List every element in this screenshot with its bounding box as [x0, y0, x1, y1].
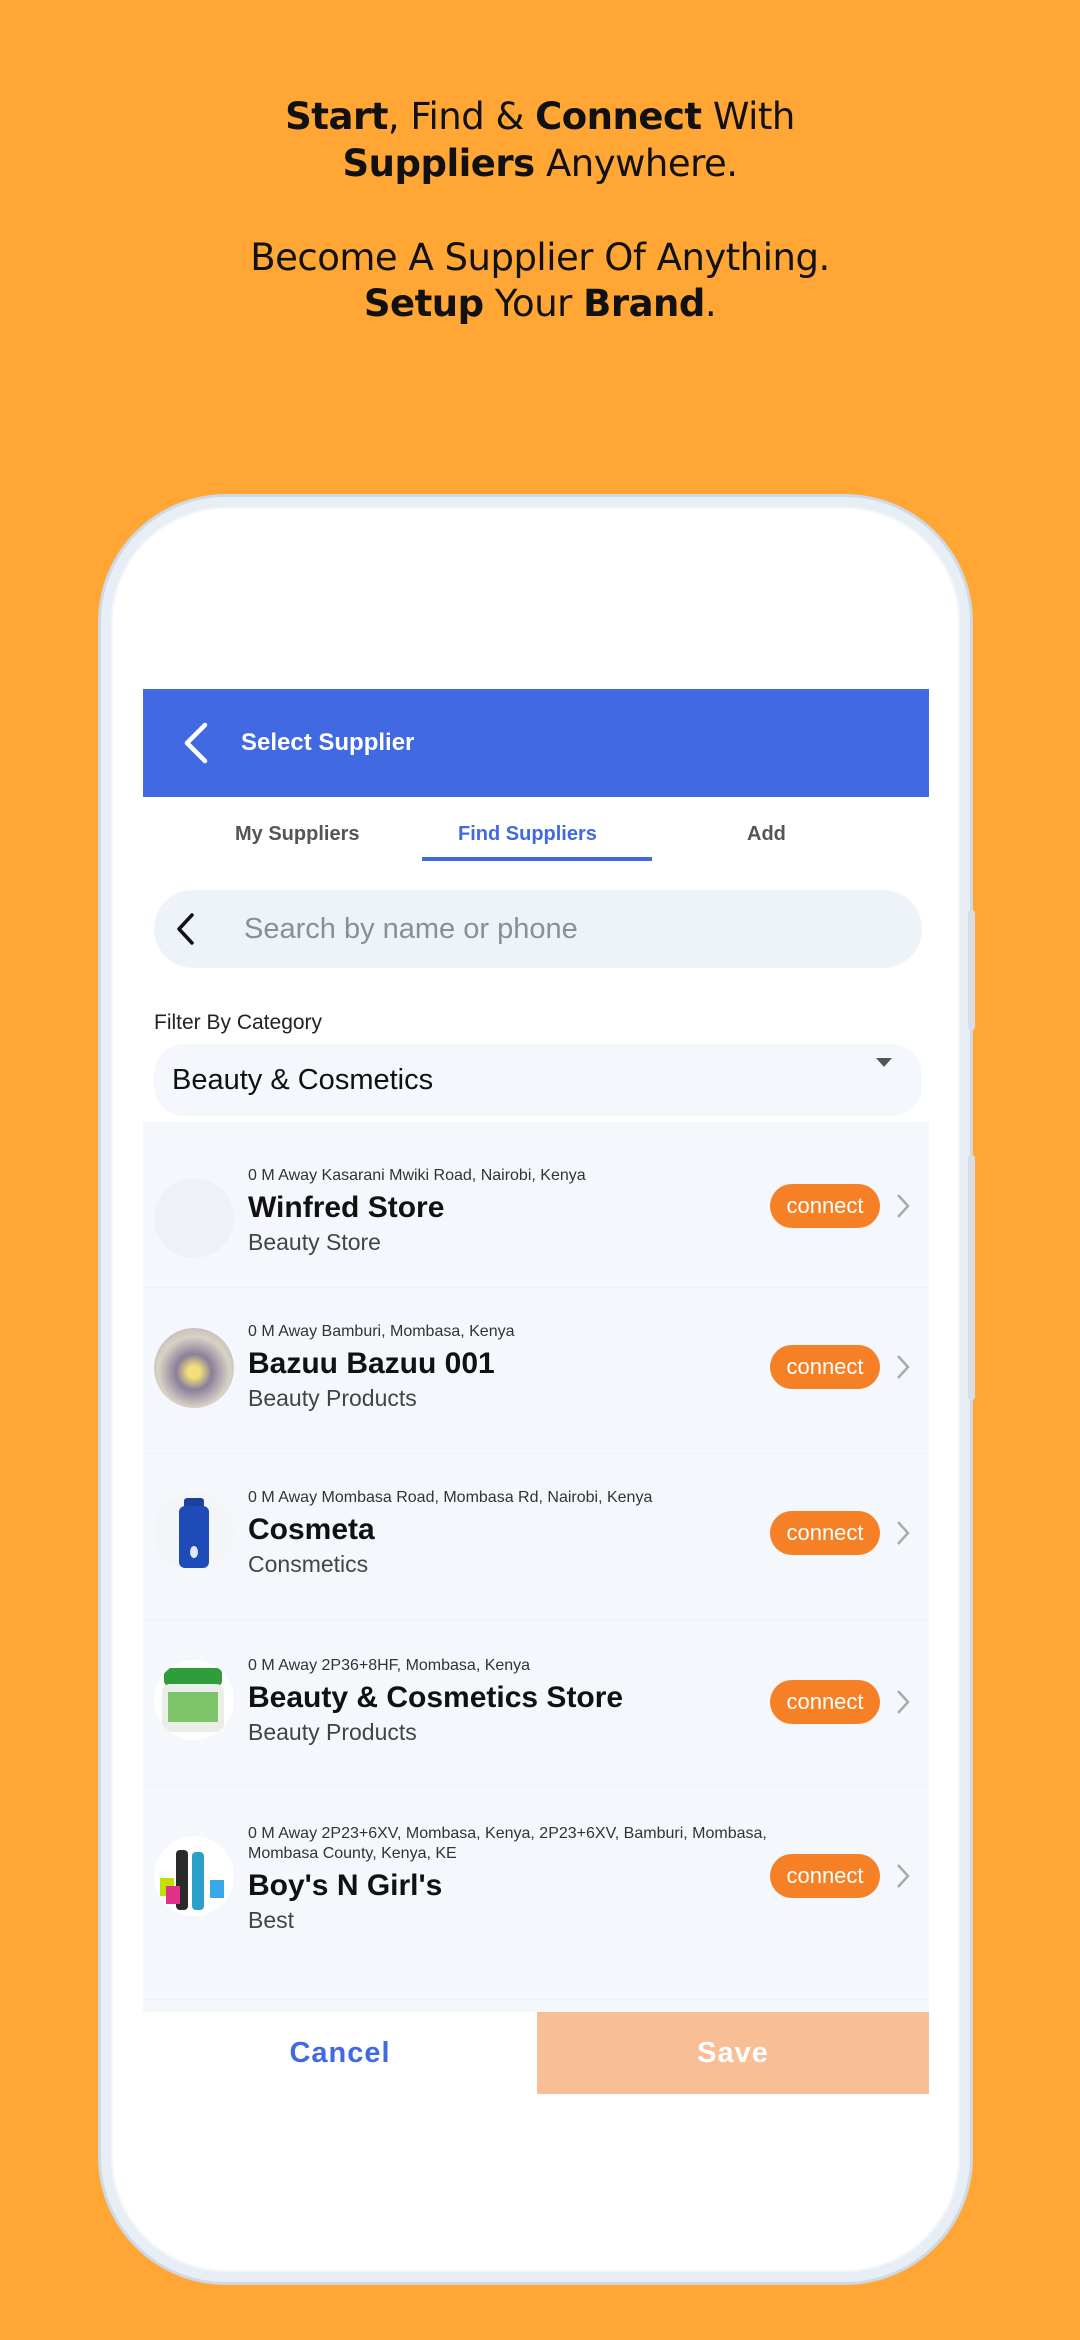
promo-line-2: Suppliers Anywhere. — [0, 140, 1080, 187]
page-title: Select Supplier — [241, 729, 415, 756]
connect-button[interactable]: connect — [770, 1854, 880, 1898]
promo-line-1: Start, Find & Connect With — [0, 93, 1080, 140]
tab-find-suppliers[interactable]: Find Suppliers — [458, 823, 597, 846]
promo-text: Anywhere. — [534, 142, 738, 185]
list-item[interactable]: 0 M Away Kasarani Mwiki Road, Nairobi, K… — [143, 1122, 929, 1288]
supplier-address: 0 M Away Kasarani Mwiki Road, Nairobi, K… — [248, 1167, 586, 1184]
volume-button — [968, 910, 975, 1030]
connect-button[interactable]: connect — [770, 1184, 880, 1228]
chevron-right-icon[interactable] — [895, 1688, 911, 1716]
connect-button[interactable]: connect — [770, 1511, 880, 1555]
power-button — [968, 1155, 975, 1400]
chevron-left-icon[interactable] — [176, 912, 196, 946]
footer-actions: Cancel Save — [143, 2012, 929, 2094]
avatar — [154, 1836, 234, 1916]
cancel-button[interactable]: Cancel — [143, 2012, 537, 2094]
category-dropdown[interactable]: Beauty & Cosmetics — [154, 1044, 922, 1116]
list-item[interactable]: 0 M Away 2P36+8HF, Mombasa, Kenya Beauty … — [143, 1620, 929, 1786]
back-arrow-icon[interactable] — [181, 721, 211, 765]
supplier-name: Boy's N Girl's — [248, 1869, 443, 1902]
avatar — [154, 1178, 234, 1258]
app-screen: Select Supplier My Suppliers Find Suppli… — [143, 689, 929, 2094]
promo-text: , Find & — [387, 95, 536, 138]
chevron-right-icon[interactable] — [895, 1862, 911, 1890]
supplier-category: Consmetics — [248, 1551, 369, 1577]
supplier-category: Beauty Products — [248, 1719, 417, 1745]
supplier-name: Cosmeta — [248, 1513, 375, 1546]
supplier-category: Beauty Products — [248, 1385, 417, 1411]
supplier-address: 0 M Away 2P23+6XV, Mombasa, Kenya, 2P23+… — [248, 1825, 767, 1862]
category-selected: Beauty & Cosmetics — [172, 1063, 434, 1096]
shoppers-icon — [160, 1850, 224, 1910]
promo-bold: Brand — [583, 282, 705, 325]
tab-bar: My Suppliers Find Suppliers Add — [143, 797, 929, 867]
promo-text: Your — [483, 282, 584, 325]
lotion-bottle-icon — [179, 1498, 209, 1568]
list-item[interactable]: 0 M Away Bamburi, Mombasa, Kenya Bazuu Ba… — [143, 1288, 929, 1454]
promo-line-4: Setup Your Brand. — [0, 280, 1080, 327]
app-bar: Select Supplier — [143, 689, 929, 797]
caret-down-icon — [876, 1058, 892, 1067]
supplier-list[interactable]: 0 M Away Kasarani Mwiki Road, Nairobi, K… — [143, 1122, 929, 2012]
promo-bold: Start — [285, 95, 388, 138]
avatar — [154, 1660, 234, 1740]
connect-button[interactable]: connect — [770, 1680, 880, 1724]
supplier-category: Beauty Store — [248, 1229, 381, 1255]
promo-bold: Setup — [363, 282, 484, 325]
list-item[interactable]: 0 M Away 2P23+6XV, Mombasa, Kenya, 2P23+… — [143, 1786, 929, 2000]
supplier-name: Winfred Store — [248, 1191, 445, 1224]
cream-jar-icon — [162, 1668, 224, 1732]
filter-label: Filter By Category — [154, 1011, 323, 1034]
supplier-address: 0 M Away Bamburi, Mombasa, Kenya — [248, 1323, 515, 1340]
connect-button[interactable]: connect — [770, 1345, 880, 1389]
search-bar — [154, 890, 922, 968]
avatar — [154, 1492, 234, 1572]
avatar — [154, 1328, 234, 1408]
promo-line-3: Become A Supplier Of Anything. — [250, 236, 830, 279]
promo-bold: Suppliers — [342, 142, 535, 185]
supplier-name: Bazuu Bazuu 001 — [248, 1347, 495, 1380]
chevron-right-icon[interactable] — [895, 1353, 911, 1381]
tab-my-suppliers[interactable]: My Suppliers — [235, 823, 359, 846]
tab-add[interactable]: Add — [747, 823, 786, 846]
supplier-name: Beauty & Cosmetics Store — [248, 1681, 624, 1714]
save-button[interactable]: Save — [537, 2012, 929, 2094]
chevron-right-icon[interactable] — [895, 1519, 911, 1547]
supplier-address: 0 M Away 2P36+8HF, Mombasa, Kenya — [248, 1657, 531, 1674]
chevron-right-icon[interactable] — [895, 1192, 911, 1220]
list-item[interactable]: 0 M Away Mombasa Road, Mombasa Rd, Nairo… — [143, 1454, 929, 1620]
promo-text: With — [701, 95, 796, 138]
promo-bold: Connect — [535, 95, 702, 138]
supplier-address: 0 M Away Mombasa Road, Mombasa Rd, Nairo… — [248, 1489, 653, 1506]
supplier-category: Best — [248, 1907, 295, 1933]
search-input[interactable] — [244, 912, 844, 946]
promo-text: . — [704, 282, 717, 325]
active-tab-indicator — [422, 857, 652, 861]
